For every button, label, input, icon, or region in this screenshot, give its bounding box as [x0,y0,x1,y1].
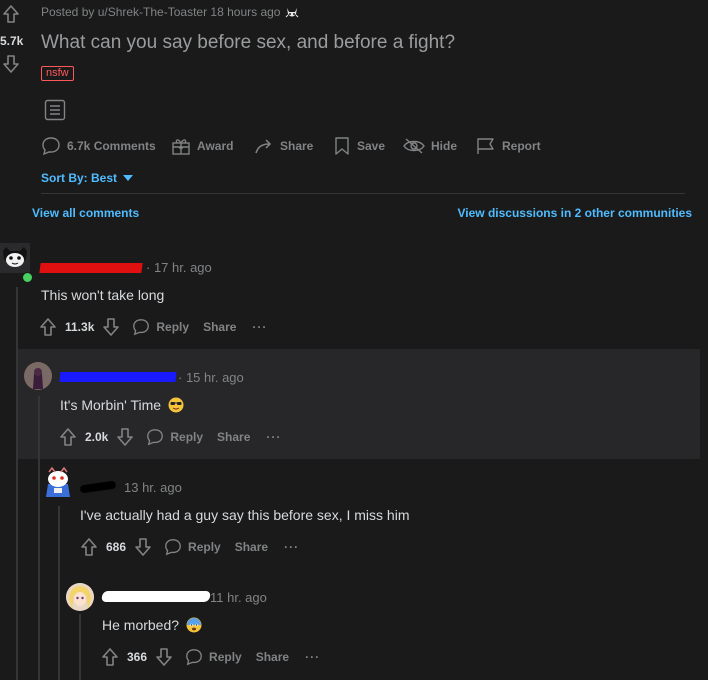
hide-label: Hide [431,139,458,153]
share-button[interactable]: Share [254,136,313,156]
comment-time: 13 hr. ago [124,480,182,495]
save-label: Save [357,139,386,153]
report-button[interactable]: Report [476,136,541,156]
downvote-icon[interactable] [134,537,152,557]
avatar[interactable] [66,583,94,611]
comment-icon [165,539,181,556]
thread-line[interactable] [58,506,60,680]
comment-body: It's Morbin' Time [60,397,184,413]
comments-label: 6.7k Comments [67,139,156,153]
comment-score: 366 [127,650,148,664]
redacted-username[interactable] [39,263,143,273]
redacted-username[interactable] [79,480,117,494]
redacted-username[interactable] [101,591,211,602]
hide-button[interactable]: Hide [403,136,457,156]
redacted-username[interactable] [59,372,177,382]
comment-time: · 17 hr. ago [146,260,212,275]
upvote-icon[interactable] [3,4,19,24]
reply-button[interactable]: Reply [185,648,242,666]
upvote-icon[interactable] [101,647,119,667]
comment-actions: 366 Reply Share ··· [101,647,320,667]
view-all-comments-link[interactable]: View all comments [32,206,139,220]
comment-icon [133,319,150,336]
comments-button[interactable]: 6.7k Comments [41,136,156,156]
avatar[interactable] [43,466,73,498]
share-button[interactable]: Share [203,320,236,334]
comment-actions: 686 Reply Share ··· [80,537,299,557]
downvote-icon[interactable] [155,647,173,667]
more-options-icon[interactable]: ··· [284,540,299,554]
avatar[interactable] [0,243,30,273]
comment-body: I've actually had a guy say this before … [80,507,410,523]
caret-down-icon [123,175,134,181]
thread-line[interactable] [16,287,18,680]
post-title[interactable]: What can you say before sex, and before … [41,32,455,54]
bookmark-icon [335,137,349,155]
text-post-icon[interactable] [44,99,66,121]
post-vote-count: 5.7k [0,34,24,48]
reply-button[interactable]: Reply [164,538,221,556]
downvote-icon[interactable] [116,427,134,447]
share-button[interactable]: Share [235,540,268,554]
comment-score: 2.0k [85,430,109,444]
upvote-icon[interactable] [39,317,57,337]
share-button[interactable]: Share [256,650,289,664]
nsfw-tag: nsfw [41,66,74,81]
gift-icon [172,139,190,155]
share-arrow-icon [255,139,272,154]
sunglasses-emoji-icon [168,397,184,413]
downvote-icon[interactable] [3,54,19,74]
comment-score: 686 [106,540,127,554]
reply-label: Reply [156,320,190,334]
save-button[interactable]: Save [333,136,385,156]
share-button[interactable]: Share [217,430,250,444]
flag-icon [477,138,494,154]
post-meta-text[interactable]: Posted by u/Shrek-The-Toaster 18 hours a… [41,5,280,19]
comment-time: · 15 hr. ago [178,370,244,385]
share-label: Share [280,139,314,153]
comment-actions: 11.3k Reply Share ··· [39,317,267,337]
reply-button[interactable]: Reply [146,428,203,446]
sort-dropdown[interactable]: Sort By: Best [41,171,134,185]
upvote-icon[interactable] [80,537,98,557]
comment-icon [147,429,164,446]
upvote-icon[interactable] [59,427,77,447]
comment-text: It's Morbin' Time [60,397,162,413]
thread-line[interactable] [79,614,81,680]
comment-body: He morbed? [102,617,202,633]
online-status-icon [22,272,33,283]
more-options-icon[interactable]: ··· [305,650,320,664]
comment-icon [42,137,60,156]
comment-score: 11.3k [65,320,95,334]
sort-label: Sort By: Best [41,171,118,185]
reply-button[interactable]: Reply [132,318,189,336]
comment-body: This won't take long [41,287,165,303]
downvote-icon[interactable] [102,317,120,337]
comment-time: 11 hr. ago [210,590,267,605]
other-communities-link[interactable]: View discussions in 2 other communities [457,206,692,220]
reply-label: Reply [209,650,242,664]
comment-text: He morbed? [102,617,180,633]
award-button[interactable]: Award [171,136,233,156]
more-options-icon[interactable]: ··· [266,430,281,444]
award-cat-icon [285,5,299,21]
divider [41,193,685,194]
anxious-face-emoji-icon [186,617,202,633]
reply-label: Reply [170,430,204,444]
comment-actions: 2.0k Reply Share ··· [59,427,281,447]
avatar[interactable] [24,362,52,390]
reply-label: Reply [188,540,221,554]
comment-icon [186,649,202,666]
hide-eye-icon [403,138,425,154]
report-label: Report [502,139,541,153]
award-label: Award [197,139,234,153]
post-meta: Posted by u/Shrek-The-Toaster 18 hours a… [41,5,280,19]
thread-line[interactable] [38,396,40,680]
more-options-icon[interactable]: ··· [252,320,267,334]
